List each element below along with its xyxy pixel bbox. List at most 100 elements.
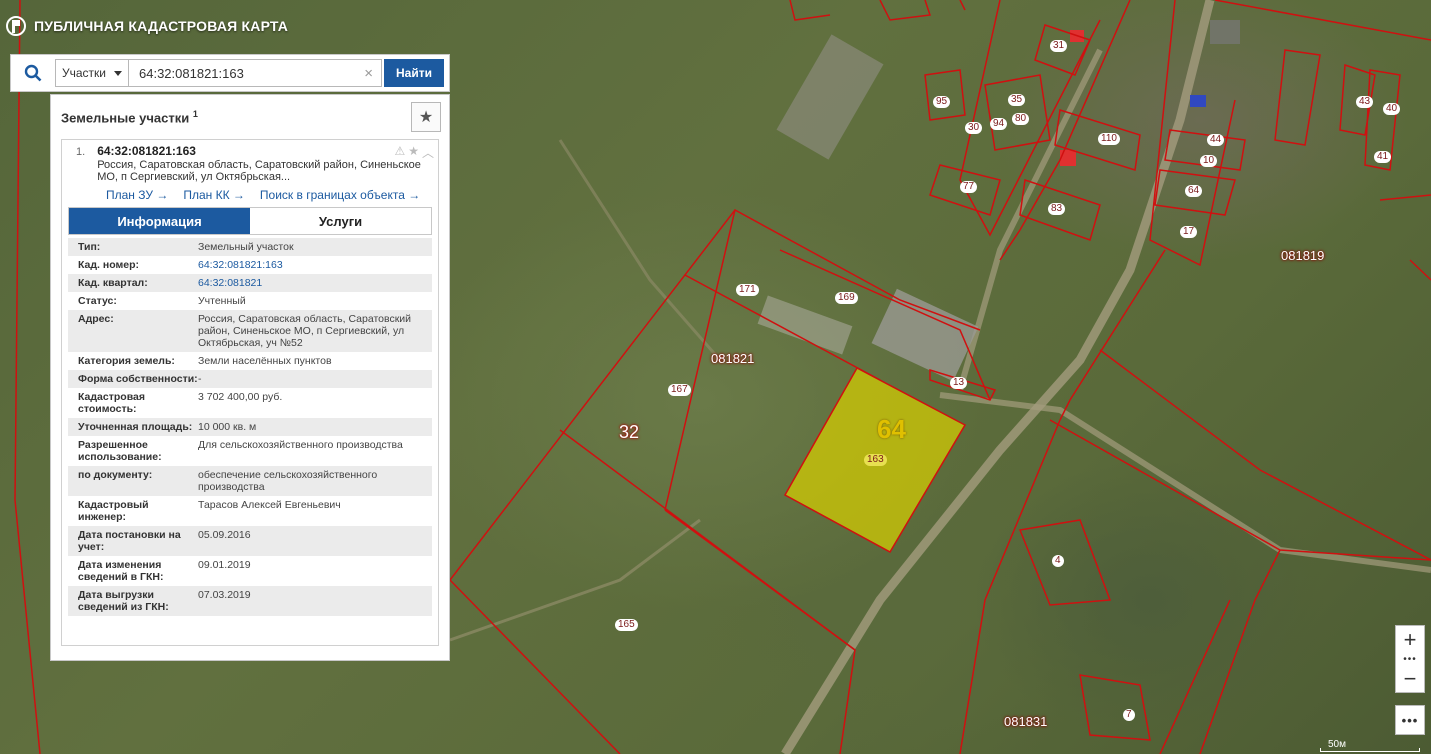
info-row-value[interactable]: 64:32:081821:163 <box>198 259 432 271</box>
info-row: Категория земель: Земли населённых пункто… <box>68 352 432 370</box>
info-row: Разрешенное использование: Для сельскохоз… <box>68 436 432 466</box>
search-input-value: 64:32:081821:163 <box>139 65 244 81</box>
info-row-value: Земли населённых пунктов <box>198 355 332 367</box>
tabs: Информация Услуги <box>68 207 432 235</box>
result-cad-number: 64:32:081821:163 <box>97 144 196 158</box>
info-row-value: 3 702 400,00 руб. <box>198 391 283 403</box>
map-parcel-label[interactable]: 165 <box>615 619 638 631</box>
result-number: 1. <box>76 146 86 158</box>
result-links: План ЗУ → План КК → Поиск в границах объ… <box>68 188 432 202</box>
info-row-key: Форма собственности: <box>78 373 198 385</box>
info-row-value[interactable]: 64:32:081821 <box>198 277 432 289</box>
info-row-value: Учтенный <box>198 295 246 307</box>
info-row-key: Адрес: <box>78 313 114 325</box>
find-button[interactable]: Найти <box>384 59 444 87</box>
map-parcel-label[interactable]: 167 <box>668 384 691 396</box>
plan-zu-link[interactable]: План ЗУ → <box>106 188 168 202</box>
info-row-value: обеспечение сельскохозяйственного произв… <box>198 469 378 493</box>
search-input[interactable]: 64:32:081821:163 × <box>129 59 382 87</box>
info-row-value: Россия, Саратовская область, Саратовский… <box>198 313 412 349</box>
map-parcel-label[interactable]: 171 <box>736 284 759 296</box>
map-parcel-label[interactable]: 10 <box>1200 155 1218 167</box>
chevron-up-icon[interactable]: ︿ <box>422 144 434 161</box>
result-head[interactable]: 1. 64:32:081821:163 Россия, Саратовская … <box>68 144 432 183</box>
info-row: Дата постановки на учет: 05.09.2016 <box>68 526 432 556</box>
info-row-key: по документу: <box>78 469 153 481</box>
map-parcel-label[interactable]: 80 <box>1012 113 1030 125</box>
map-parcel-label[interactable]: 41 <box>1374 151 1392 163</box>
info-row: по документу: обеспечение сельскохозяйств… <box>68 466 432 496</box>
map-parcel-label[interactable]: 110 <box>1098 133 1120 145</box>
map-parcel-label[interactable]: 94 <box>990 118 1008 130</box>
scale-bar <box>1320 748 1420 752</box>
map-parcel-label[interactable]: 35 <box>1008 94 1026 106</box>
rosreestr-logo-icon <box>6 16 26 36</box>
info-row-value: Для сельскохозяйственного производства <box>198 439 403 451</box>
result-address: Россия, Саратовская область, Саратовский… <box>97 159 421 183</box>
info-row-key: Статус: <box>78 295 117 307</box>
info-row: Кадастровая стоимость: 3 702 400,00 руб. <box>68 388 432 418</box>
info-row-key: Кадастровый инженер: <box>78 499 149 523</box>
search-bar: Участки 64:32:081821:163 × Найти <box>10 54 450 92</box>
info-row-key: Кад. квартал: <box>78 277 148 289</box>
info-row: Уточненная площадь: 10 000 кв. м <box>68 418 432 436</box>
search-in-bounds-link[interactable]: Поиск в границах объекта → <box>260 188 420 202</box>
search-type-select[interactable]: Участки <box>55 59 129 87</box>
map-parcel-label[interactable]: 4 <box>1052 555 1064 567</box>
map-parcel-label[interactable]: 40 <box>1383 103 1401 115</box>
tab-info[interactable]: Информация <box>69 208 250 234</box>
info-table: Тип: Земельный участок Кад. номер: 64:32:08… <box>68 238 432 616</box>
favorites-button[interactable]: ★ <box>411 102 441 132</box>
info-row: Дата изменения сведений в ГКН: 09.01.2019 <box>68 556 432 586</box>
map-district-label: 32 <box>619 422 640 442</box>
map-parcel-label[interactable]: 31 <box>1050 40 1068 52</box>
info-row-key: Уточненная площадь: <box>78 421 193 433</box>
info-row: Адрес: Россия, Саратовская область, Сарат… <box>68 310 432 352</box>
app-title: ПУБЛИЧНАЯ КАДАСТРОВАЯ КАРТА <box>34 18 289 34</box>
info-row: Кад. номер: 64:32:081821:163 <box>68 256 432 274</box>
map-parcel-label[interactable]: 44 <box>1207 134 1225 146</box>
tab-services[interactable]: Услуги <box>250 208 431 234</box>
map-parcel-label[interactable]: 13 <box>950 377 968 389</box>
info-row: Статус: Учтенный <box>68 292 432 310</box>
info-row: Дата выгрузки сведений из ГКН: 07.03.2019 <box>68 586 432 616</box>
map-parcel-label[interactable]: 77 <box>960 181 978 193</box>
map-parcel-label[interactable]: 30 <box>965 122 983 134</box>
zoom-level-dots: ••• <box>1403 653 1417 665</box>
map-parcel-label[interactable]: 169 <box>835 292 858 304</box>
info-row-value: - <box>198 373 202 385</box>
map-parcel-label[interactable]: 43 <box>1356 96 1374 108</box>
info-row-key: Кад. номер: <box>78 259 140 271</box>
warning-icon[interactable]: ⚠ <box>394 144 405 161</box>
panel-title: Земельные участки 1 <box>61 108 198 126</box>
result-count: 1 <box>192 108 198 119</box>
app-header: ПУБЛИЧНАЯ КАДАСТРОВАЯ КАРТА <box>6 16 288 36</box>
star-icon[interactable]: ★ <box>408 144 419 161</box>
result-actions: ⚠ ★ ︿ <box>394 144 434 161</box>
zoom-controls: + ••• − <box>1395 625 1425 693</box>
info-row-value: 05.09.2016 <box>198 529 251 541</box>
map-parcel-label[interactable]: 64 <box>1185 185 1203 197</box>
info-row: Тип: Земельный участок <box>68 238 432 256</box>
map-quarter-label: 081819 <box>1281 248 1325 263</box>
info-row-key: Разрешенное использование: <box>78 439 162 463</box>
zoom-in-button[interactable]: + <box>1395 626 1425 653</box>
result-card: ⚠ ★ ︿ 1. 64:32:081821:163 Россия, Сарато… <box>61 139 439 646</box>
map-parcel-label[interactable]: 7 <box>1123 709 1135 721</box>
more-options-button[interactable]: ••• <box>1395 705 1425 735</box>
info-row: Кад. квартал: 64:32:081821 <box>68 274 432 292</box>
star-icon: ★ <box>418 109 434 126</box>
map-parcel-label[interactable]: 83 <box>1048 203 1066 215</box>
info-row-value: 07.03.2019 <box>198 589 251 601</box>
plan-kk-link[interactable]: План КК → <box>183 188 245 202</box>
map-parcel-label[interactable]: 95 <box>933 96 951 108</box>
clear-icon[interactable]: × <box>364 65 373 82</box>
zoom-out-button[interactable]: − <box>1395 665 1425 692</box>
map-parcel-label[interactable]: 163 <box>864 454 887 466</box>
search-type-value: Участки <box>62 66 106 80</box>
search-icon[interactable] <box>11 58 55 88</box>
map-quarter-label: 081821 <box>711 351 755 366</box>
map-parcel-label[interactable]: 17 <box>1180 226 1198 238</box>
map-quarter-label: 081831 <box>1004 714 1048 729</box>
info-row-key: Дата постановки на учет: <box>78 529 181 553</box>
